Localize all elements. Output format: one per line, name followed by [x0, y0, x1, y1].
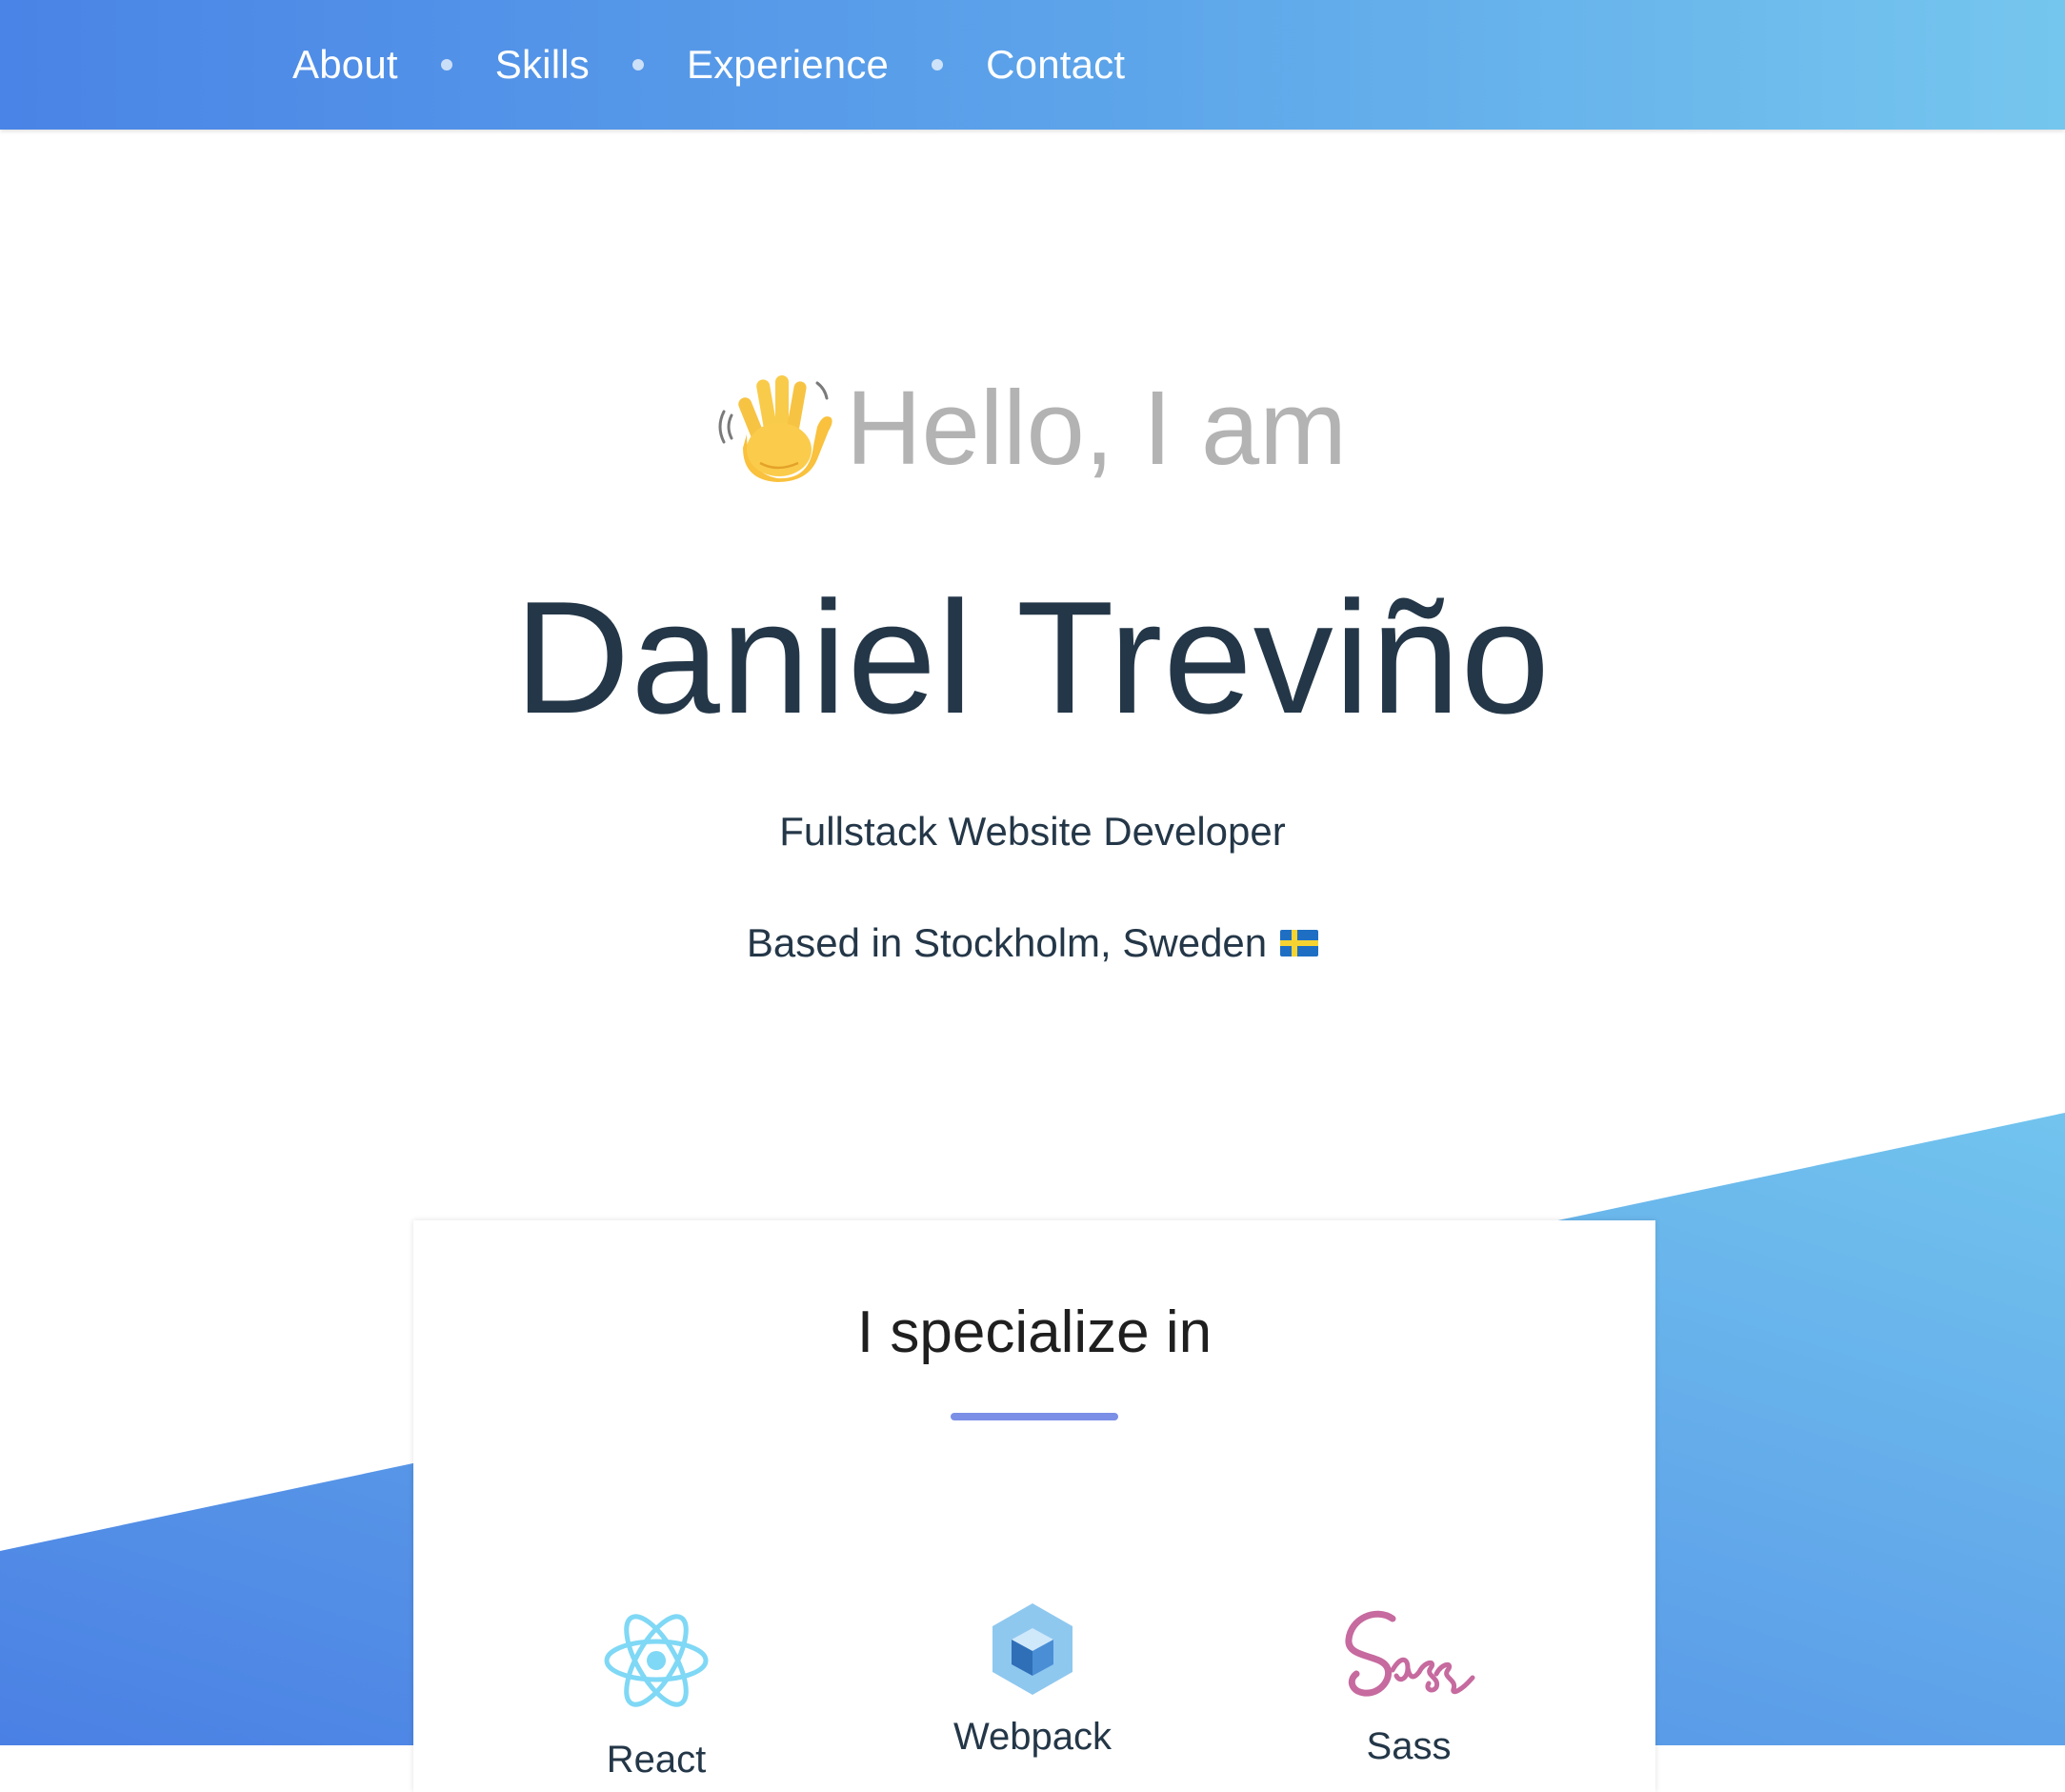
nav-list: About Skills Experience Contact: [292, 0, 1125, 130]
react-icon: [604, 1614, 709, 1707]
skill-item-sass: Sass: [1313, 1601, 1504, 1768]
location-line: Based in Stockholm, Sweden: [0, 920, 2065, 966]
skill-item-webpack: Webpack: [937, 1601, 1128, 1759]
page-title-name: Daniel Treviño: [514, 568, 1551, 747]
role-subtitle: Fullstack Website Developer: [779, 809, 1286, 854]
skills-card-title: I specialize in: [856, 1299, 1213, 1365]
greeting-line: Hello, I am: [0, 368, 2065, 490]
top-nav-bar: About Skills Experience Contact: [0, 0, 2065, 130]
webpack-icon: [992, 1603, 1073, 1695]
nav-link-skills[interactable]: Skills: [495, 42, 590, 88]
nav-link-about[interactable]: About: [292, 42, 398, 88]
skills-card: I specialize in React Webpack Sass: [413, 1220, 1655, 1792]
sweden-flag-icon: [1280, 930, 1319, 956]
skill-label: Webpack: [952, 1716, 1112, 1758]
nav-separator-dot: [440, 59, 452, 70]
nav-separator-dot: [632, 59, 644, 70]
nav-separator-dot: [932, 59, 944, 70]
skill-label: Sass: [1366, 1725, 1452, 1767]
title-underline: [951, 1413, 1118, 1420]
greeting-text: Hello, I am: [846, 370, 1347, 487]
nav-link-contact[interactable]: Contact: [986, 42, 1125, 88]
skill-item-react: React: [561, 1601, 752, 1782]
location-text: Based in Stockholm, Sweden: [746, 920, 1268, 965]
nav-link-experience[interactable]: Experience: [687, 42, 889, 88]
waving-hand-icon: [718, 375, 832, 482]
sass-icon: [1345, 1610, 1475, 1697]
